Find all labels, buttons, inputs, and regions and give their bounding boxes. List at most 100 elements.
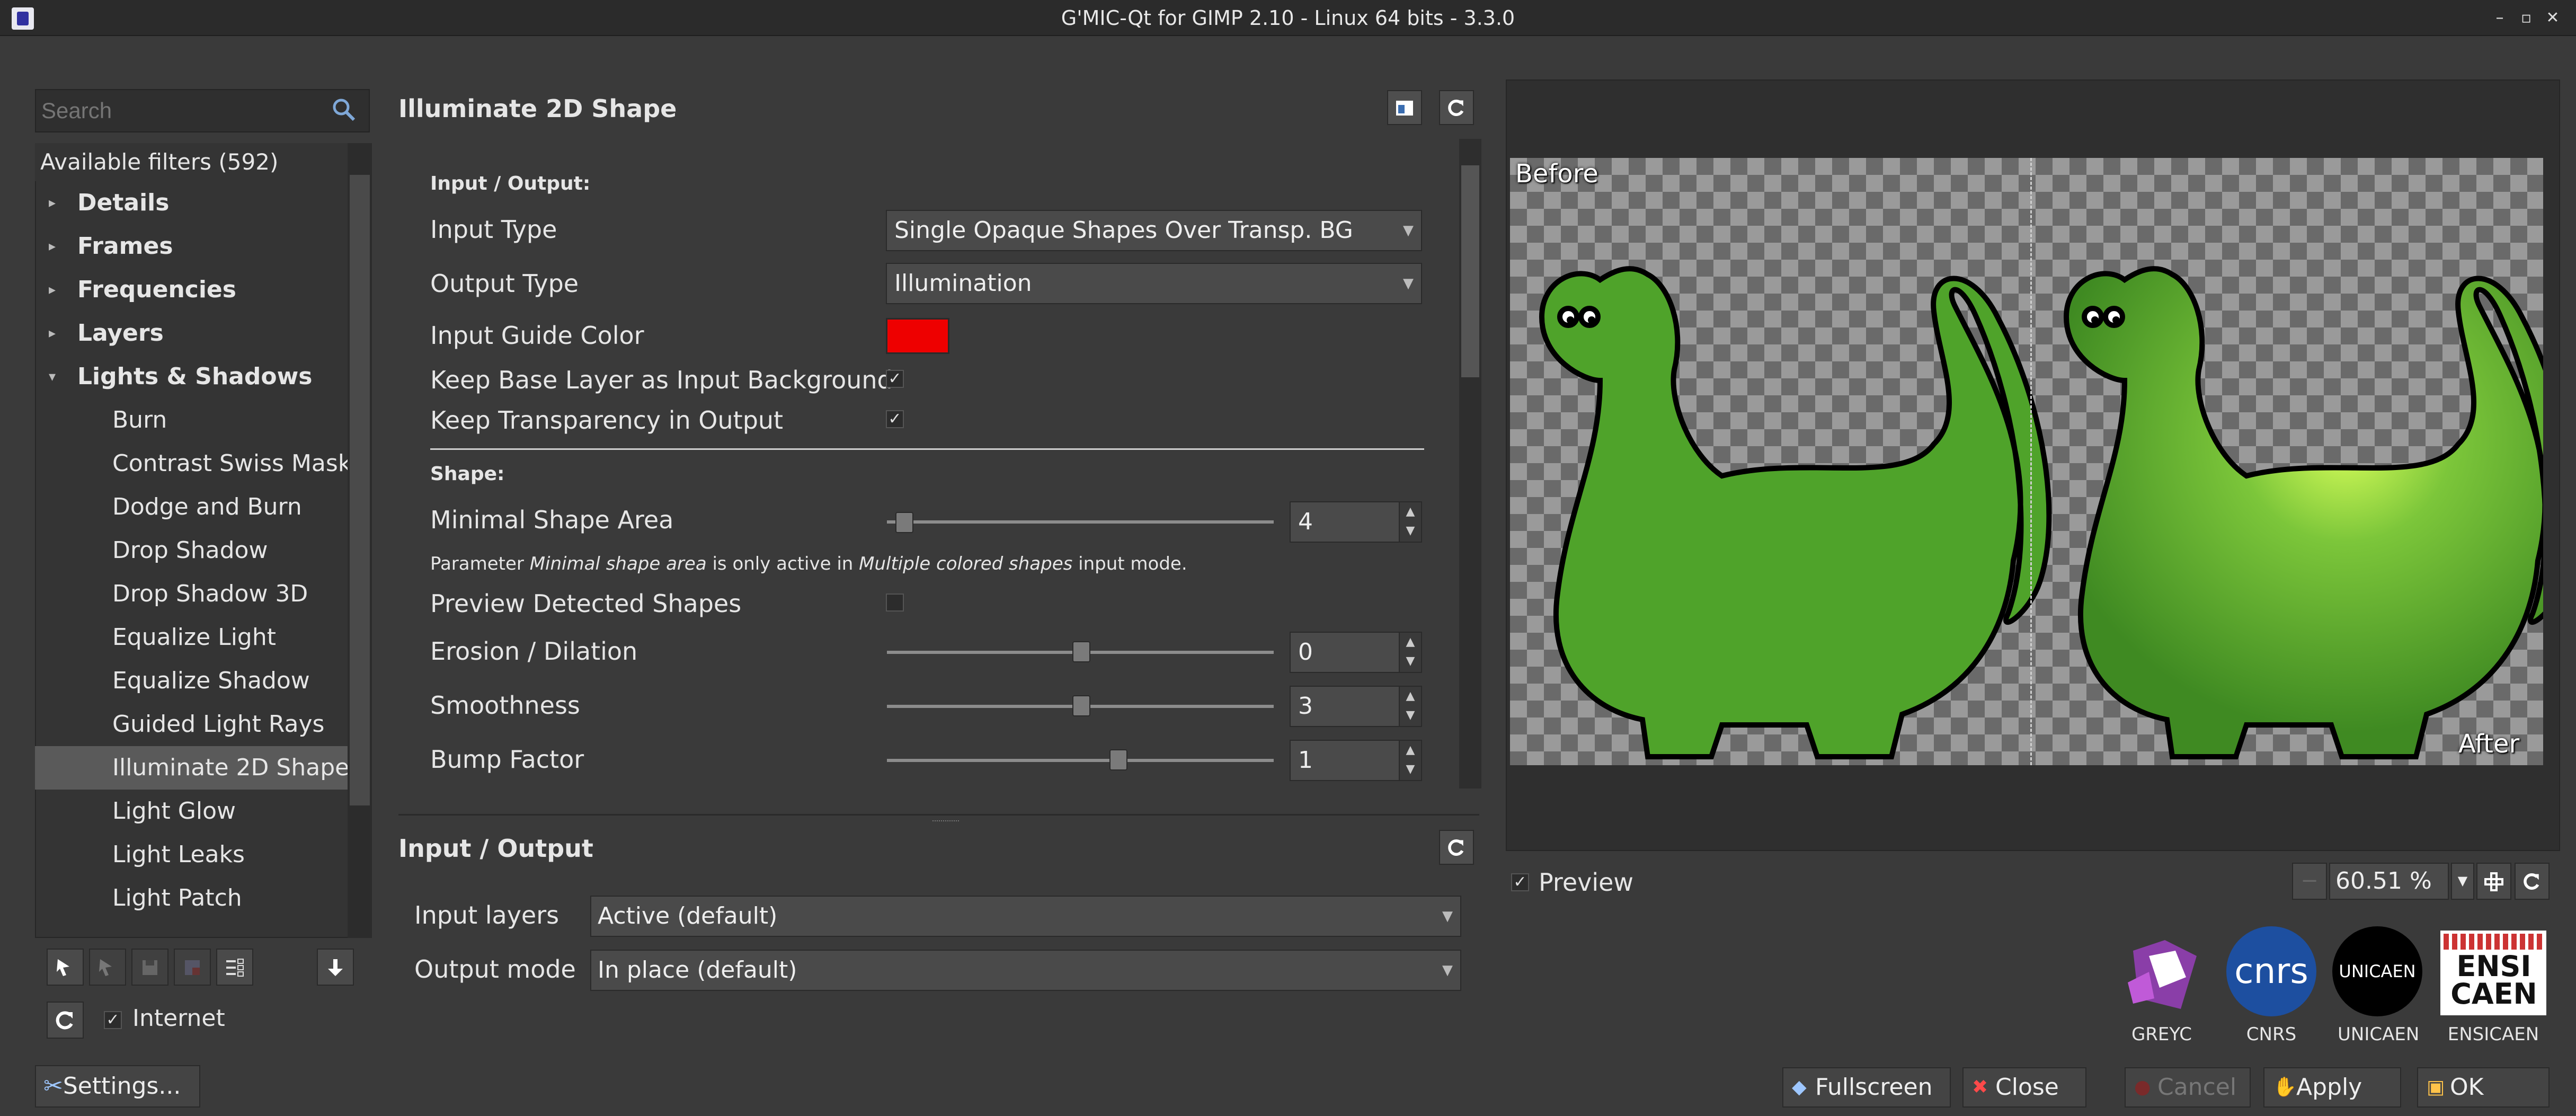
layout-icon [1396,101,1413,116]
guide-color-swatch[interactable] [886,318,949,354]
zoom-out-button[interactable]: − [2292,863,2327,900]
ensicaen-stripes [2444,934,2543,950]
search-icon[interactable] [330,95,359,125]
rename-fave-button[interactable] [131,949,168,986]
preview-shapes-checkbox[interactable] [886,594,904,612]
zoom-reset-button[interactable] [2515,863,2550,900]
min-shape-area-slider[interactable] [887,520,1274,524]
output-mode-select[interactable]: In place (default) ▼ [590,950,1461,991]
filter-item-light-leaks[interactable]: Light Leaks [35,833,348,876]
filter-item-drop-shadow[interactable]: Drop Shadow [35,529,348,572]
bump-factor-spinbox[interactable]: 1 ▲ ▼ [1290,740,1422,781]
minimize-button[interactable]: – [2489,7,2510,29]
keep-transparency-checkbox[interactable]: ✓ [886,410,904,428]
filter-item-equalize-light[interactable]: Equalize Light [35,616,348,659]
collapse-arrow-icon[interactable]: ▾ [49,355,56,398]
filter-item-light-glow[interactable]: Light Glow [35,790,348,833]
apply-button[interactable]: ✋ Apply [2263,1067,2401,1108]
smoothness-handle[interactable] [1072,695,1090,716]
spin-arrows-icon[interactable]: ▲ ▼ [1399,741,1421,780]
note-emphasis: Multiple colored shapes [859,553,1073,574]
erosion-dilation-handle[interactable] [1072,641,1090,662]
spin-arrows-icon[interactable]: ▲ ▼ [1399,502,1421,542]
list-checkbox-icon [226,959,244,977]
preview-shapes-label: Preview Detected Shapes [430,589,742,618]
params-scrollbar-thumb[interactable] [1461,165,1479,377]
search-input[interactable] [40,89,326,132]
output-type-select[interactable]: Illumination ▼ [886,263,1422,304]
filter-item-guided-light-rays[interactable]: Guided Light Rays [35,703,348,746]
toggle-layout-button[interactable] [1387,90,1422,125]
tree-category-details[interactable]: ▸ Details [35,181,348,225]
expand-arrow-icon[interactable]: ▸ [49,268,56,312]
splitter-handle[interactable] [932,820,959,823]
erosion-dilation-spinbox[interactable]: 0 ▲ ▼ [1290,632,1422,673]
select-value: Active (default) [598,902,778,929]
expand-arrow-icon[interactable]: ▸ [49,181,56,225]
min-shape-area-spinbox[interactable]: 4 ▲ ▼ [1290,501,1422,543]
chevron-down-icon: ▼ [1403,223,1414,238]
io-reset-button[interactable] [1439,830,1474,865]
input-type-select[interactable]: Single Opaque Shapes Over Transp. BG ▼ [886,210,1422,251]
expand-collapse-button[interactable] [317,949,354,986]
visibility-button[interactable] [174,949,211,986]
fullscreen-button[interactable]: ◆ Fullscreen [1782,1067,1951,1108]
cancel-button[interactable]: ● Cancel [2125,1067,2251,1108]
add-fave-button[interactable] [47,949,84,986]
preview-checkbox[interactable]: ✓ [1511,873,1529,891]
tree-category-frames[interactable]: ▸ Frames [35,225,348,268]
zoom-dropdown-button[interactable]: ▼ [2451,863,2474,900]
category-label: Details [77,189,170,216]
filter-item-burn[interactable]: Burn [35,398,348,442]
cnrs-label: CNRS [2246,1024,2297,1045]
filter-item-dodge-and-burn[interactable]: Dodge and Burn [35,485,348,529]
settings-label: Settings... [63,1073,181,1100]
filter-item-equalize-shadow[interactable]: Equalize Shadow [35,659,348,703]
spin-arrows-icon[interactable]: ▲ ▼ [1399,633,1421,672]
spin-value: 0 [1298,639,1313,666]
select-value: In place (default) [598,956,797,984]
smoothness-spinbox[interactable]: 3 ▲ ▼ [1290,686,1422,727]
keep-base-layer-checkbox[interactable]: ✓ [886,370,904,388]
tree-category-lights-shadows[interactable]: ▾ Lights & Shadows [35,355,348,398]
button-label: Fullscreen [1815,1074,1933,1101]
bump-factor-slider[interactable] [887,759,1274,762]
tree-category-layers[interactable]: ▸ Layers [35,312,348,355]
ok-button[interactable]: ▣ OK [2417,1067,2550,1108]
expand-arrow-icon[interactable]: ▸ [49,225,56,268]
category-label: Layers [77,320,164,347]
bump-factor-handle[interactable] [1109,749,1127,770]
input-type-label: Input Type [430,215,557,244]
before-after-split-line[interactable] [2030,158,2032,765]
expand-arrow-icon[interactable]: ▸ [49,312,56,355]
close-button[interactable]: ✖ Close [1962,1067,2086,1108]
refresh-icon [1448,839,1464,856]
refresh-icon [1448,100,1464,116]
divider [398,814,1479,816]
reset-params-button[interactable] [1439,90,1474,125]
spin-arrows-icon[interactable]: ▲ ▼ [1399,687,1421,726]
min-shape-area-label: Minimal Shape Area [430,506,674,534]
input-layers-select[interactable]: Active (default) ▼ [590,896,1461,937]
close-window-button[interactable]: ✕ [2542,7,2563,29]
remove-fave-button[interactable] [89,949,126,986]
ensicaen-mark-2: CAEN [2450,977,2537,1011]
settings-button[interactable]: ✂Settings... [35,1065,200,1108]
selection-mode-button[interactable] [216,949,253,986]
window-title: G'MIC-Qt for GIMP 2.10 - Linux 64 bits -… [1061,6,1515,30]
filter-item-illuminate-2d-shape[interactable]: Illuminate 2D Shape [35,746,348,790]
preview-label: Preview [1539,868,1634,897]
zoom-in-button[interactable] [2476,863,2511,900]
preview-image[interactable] [1510,158,2543,765]
min-shape-area-handle[interactable] [895,512,913,533]
update-filters-button[interactable] [47,1002,84,1039]
maximize-button[interactable]: ▫ [2516,7,2537,29]
filter-item-light-patch[interactable]: Light Patch [35,876,348,920]
zoom-select[interactable]: 60.51 % [2329,863,2449,900]
filter-item-contrast-swiss-mask[interactable]: Contrast Swiss Mask [35,442,348,485]
filter-item-drop-shadow-3d[interactable]: Drop Shadow 3D [35,572,348,616]
internet-checkbox[interactable]: ✓ [104,1011,122,1029]
dinosaur-preview [1539,266,2543,759]
tree-scrollbar-thumb[interactable] [350,175,370,805]
tree-category-frequencies[interactable]: ▸ Frequencies [35,268,348,312]
